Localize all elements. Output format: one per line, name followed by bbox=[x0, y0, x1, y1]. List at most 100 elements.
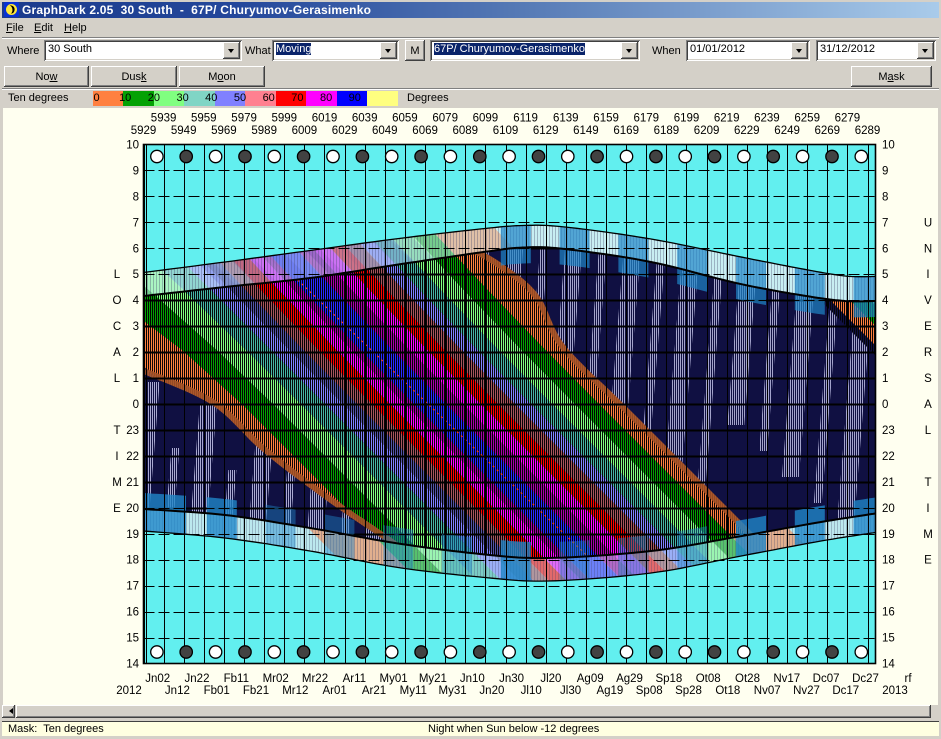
svg-text:6029: 6029 bbox=[332, 125, 358, 137]
svg-text:6289: 6289 bbox=[855, 125, 881, 137]
svg-text:6189: 6189 bbox=[654, 125, 680, 137]
svg-text:14: 14 bbox=[882, 659, 895, 671]
svg-text:5949: 5949 bbox=[171, 125, 197, 137]
svg-text:Nv17: Nv17 bbox=[773, 673, 800, 685]
svg-text:6089: 6089 bbox=[453, 125, 479, 137]
svg-text:5: 5 bbox=[882, 269, 888, 281]
svg-text:5979: 5979 bbox=[231, 113, 257, 125]
svg-text:My01: My01 bbox=[380, 673, 408, 685]
svg-text:0: 0 bbox=[133, 399, 139, 411]
svg-text:6069: 6069 bbox=[412, 125, 438, 137]
svg-text:A: A bbox=[113, 347, 121, 359]
svg-text:Sp18: Sp18 bbox=[655, 673, 682, 685]
svg-text:Ar21: Ar21 bbox=[362, 685, 386, 697]
svg-text:I: I bbox=[926, 269, 929, 281]
svg-text:1: 1 bbox=[882, 373, 888, 385]
svg-text:5969: 5969 bbox=[211, 125, 237, 137]
svg-text:E: E bbox=[924, 321, 932, 333]
svg-text:7: 7 bbox=[133, 217, 139, 229]
svg-text:9: 9 bbox=[882, 165, 888, 177]
svg-text:7: 7 bbox=[882, 217, 888, 229]
svg-text:2013: 2013 bbox=[882, 685, 908, 697]
svg-text:Mr02: Mr02 bbox=[263, 673, 289, 685]
svg-text:3: 3 bbox=[882, 321, 888, 333]
svg-text:6229: 6229 bbox=[734, 125, 760, 137]
svg-text:6279: 6279 bbox=[835, 113, 861, 125]
svg-text:5: 5 bbox=[133, 269, 139, 281]
svg-text:Dc07: Dc07 bbox=[813, 673, 840, 685]
svg-text:Ag29: Ag29 bbox=[616, 673, 643, 685]
svg-text:14: 14 bbox=[126, 659, 139, 671]
svg-text:5929: 5929 bbox=[131, 125, 157, 137]
svg-text:6119: 6119 bbox=[513, 113, 538, 125]
svg-text:0: 0 bbox=[882, 399, 888, 411]
svg-text:Jn20: Jn20 bbox=[479, 685, 504, 697]
svg-text:15: 15 bbox=[882, 633, 895, 645]
svg-text:6059: 6059 bbox=[392, 113, 418, 125]
svg-text:16: 16 bbox=[882, 607, 895, 619]
svg-text:L: L bbox=[114, 269, 121, 281]
svg-text:S: S bbox=[924, 373, 932, 385]
svg-text:6269: 6269 bbox=[815, 125, 841, 137]
svg-text:3: 3 bbox=[133, 321, 139, 333]
svg-text:6199: 6199 bbox=[674, 113, 700, 125]
svg-text:Jl10: Jl10 bbox=[521, 685, 542, 697]
svg-text:17: 17 bbox=[126, 581, 139, 593]
svg-text:Jn02: Jn02 bbox=[145, 673, 170, 685]
svg-text:22: 22 bbox=[126, 451, 139, 463]
svg-text:6219: 6219 bbox=[714, 113, 740, 125]
svg-text:4: 4 bbox=[882, 295, 889, 307]
svg-text:23: 23 bbox=[882, 425, 895, 437]
svg-text:Nv27: Nv27 bbox=[793, 685, 820, 697]
svg-text:6129: 6129 bbox=[533, 125, 559, 137]
svg-text:21: 21 bbox=[882, 477, 895, 489]
svg-text:Fb01: Fb01 bbox=[204, 685, 230, 697]
svg-text:2: 2 bbox=[133, 347, 139, 359]
svg-text:Mr12: Mr12 bbox=[282, 685, 308, 697]
svg-text:22: 22 bbox=[882, 451, 895, 463]
svg-text:My21: My21 bbox=[419, 673, 447, 685]
svg-text:Jn22: Jn22 bbox=[185, 673, 210, 685]
svg-text:I: I bbox=[115, 451, 118, 463]
svg-text:17: 17 bbox=[882, 581, 895, 593]
svg-text:6179: 6179 bbox=[634, 113, 660, 125]
svg-text:M: M bbox=[923, 529, 933, 541]
svg-text:M: M bbox=[112, 477, 122, 489]
svg-text:Ot08: Ot08 bbox=[696, 673, 721, 685]
svg-text:N: N bbox=[924, 243, 932, 255]
svg-text:5999: 5999 bbox=[272, 113, 298, 125]
svg-text:8: 8 bbox=[882, 191, 888, 203]
svg-text:Jl30: Jl30 bbox=[560, 685, 581, 697]
svg-text:O: O bbox=[113, 295, 122, 307]
svg-text:23: 23 bbox=[126, 425, 139, 437]
svg-text:Ot28: Ot28 bbox=[735, 673, 760, 685]
svg-text:Fb11: Fb11 bbox=[224, 673, 249, 685]
svg-text:E: E bbox=[924, 555, 932, 567]
svg-text:10: 10 bbox=[126, 140, 139, 152]
svg-text:6099: 6099 bbox=[473, 113, 499, 125]
svg-text:2: 2 bbox=[882, 347, 888, 359]
svg-text:L: L bbox=[114, 373, 121, 385]
svg-text:19: 19 bbox=[882, 529, 895, 541]
svg-text:Fb21: Fb21 bbox=[243, 685, 269, 697]
svg-text:rf: rf bbox=[904, 673, 912, 685]
svg-text:L: L bbox=[925, 425, 932, 437]
svg-text:Jl20: Jl20 bbox=[540, 673, 561, 685]
svg-text:Sp08: Sp08 bbox=[636, 685, 663, 697]
svg-text:5989: 5989 bbox=[251, 125, 277, 137]
svg-text:20: 20 bbox=[882, 503, 895, 515]
svg-text:Nv07: Nv07 bbox=[754, 685, 781, 697]
svg-text:20: 20 bbox=[126, 503, 139, 515]
svg-text:5959: 5959 bbox=[191, 113, 217, 125]
svg-text:18: 18 bbox=[882, 555, 895, 567]
svg-text:18: 18 bbox=[126, 555, 139, 567]
svg-text:4: 4 bbox=[133, 295, 140, 307]
svg-text:10: 10 bbox=[882, 140, 895, 152]
svg-text:6079: 6079 bbox=[432, 113, 458, 125]
svg-text:Ot18: Ot18 bbox=[715, 685, 740, 697]
svg-text:E: E bbox=[113, 503, 121, 515]
svg-text:6259: 6259 bbox=[794, 113, 820, 125]
svg-text:Dc17: Dc17 bbox=[832, 685, 859, 697]
svg-text:6209: 6209 bbox=[694, 125, 720, 137]
svg-text:V: V bbox=[924, 295, 932, 307]
